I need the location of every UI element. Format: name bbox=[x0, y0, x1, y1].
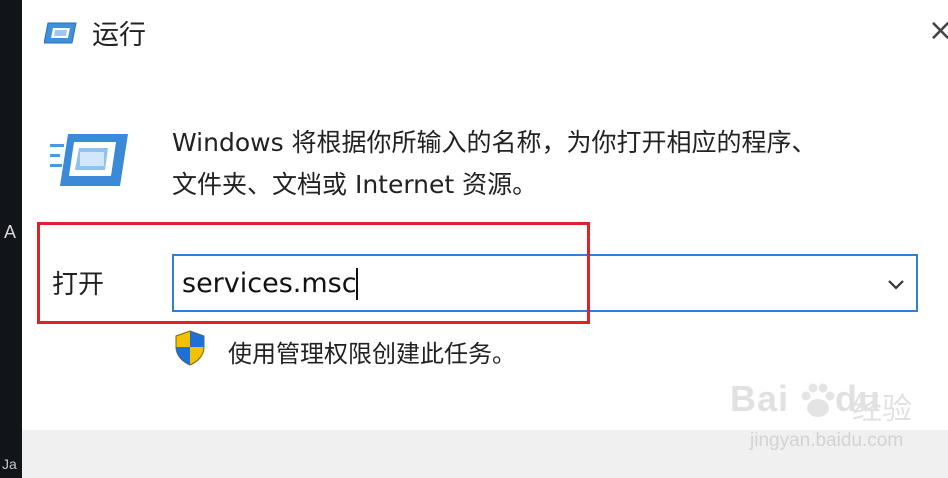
description-line-2: 文件夹、文档或 Internet 资源。 bbox=[172, 170, 538, 199]
text-caret bbox=[356, 268, 358, 300]
watermark-url: jingyan.baidu.com bbox=[750, 430, 904, 451]
description: Windows 将根据你所输入的名称，为你打开相应的程序、 文件夹、文档或 In… bbox=[172, 122, 912, 206]
baidu-watermark: Bai du 经验 jingyan.baidu.com bbox=[730, 378, 948, 458]
title-bar[interactable]: 运行 × bbox=[22, 0, 948, 66]
open-label: 打开 bbox=[52, 270, 105, 300]
chevron-down-icon[interactable] bbox=[882, 270, 910, 298]
watermark-product: 经验 bbox=[852, 392, 912, 427]
run-dialog: 运行 × Windows 将根据你所输入的名称，为你打开相应的程序、 文件夹、文… bbox=[22, 0, 948, 478]
desktop-glyph-ja: Ja bbox=[2, 456, 17, 472]
shield-icon bbox=[175, 330, 205, 366]
run-icon bbox=[44, 22, 77, 44]
description-line-1: Windows 将根据你所输入的名称，为你打开相应的程序、 bbox=[172, 128, 817, 157]
window-title: 运行 bbox=[92, 20, 146, 51]
run-large-icon bbox=[50, 134, 128, 186]
open-combobox[interactable] bbox=[172, 254, 918, 312]
baidu-paw-icon bbox=[801, 383, 835, 417]
desktop-glyph-a: A bbox=[4, 222, 17, 242]
open-input[interactable] bbox=[182, 264, 862, 302]
admin-privileges-note: 使用管理权限创建此任务。 bbox=[228, 340, 516, 368]
close-icon[interactable]: × bbox=[928, 14, 948, 48]
desktop-background-strip: A Ja bbox=[0, 0, 22, 478]
